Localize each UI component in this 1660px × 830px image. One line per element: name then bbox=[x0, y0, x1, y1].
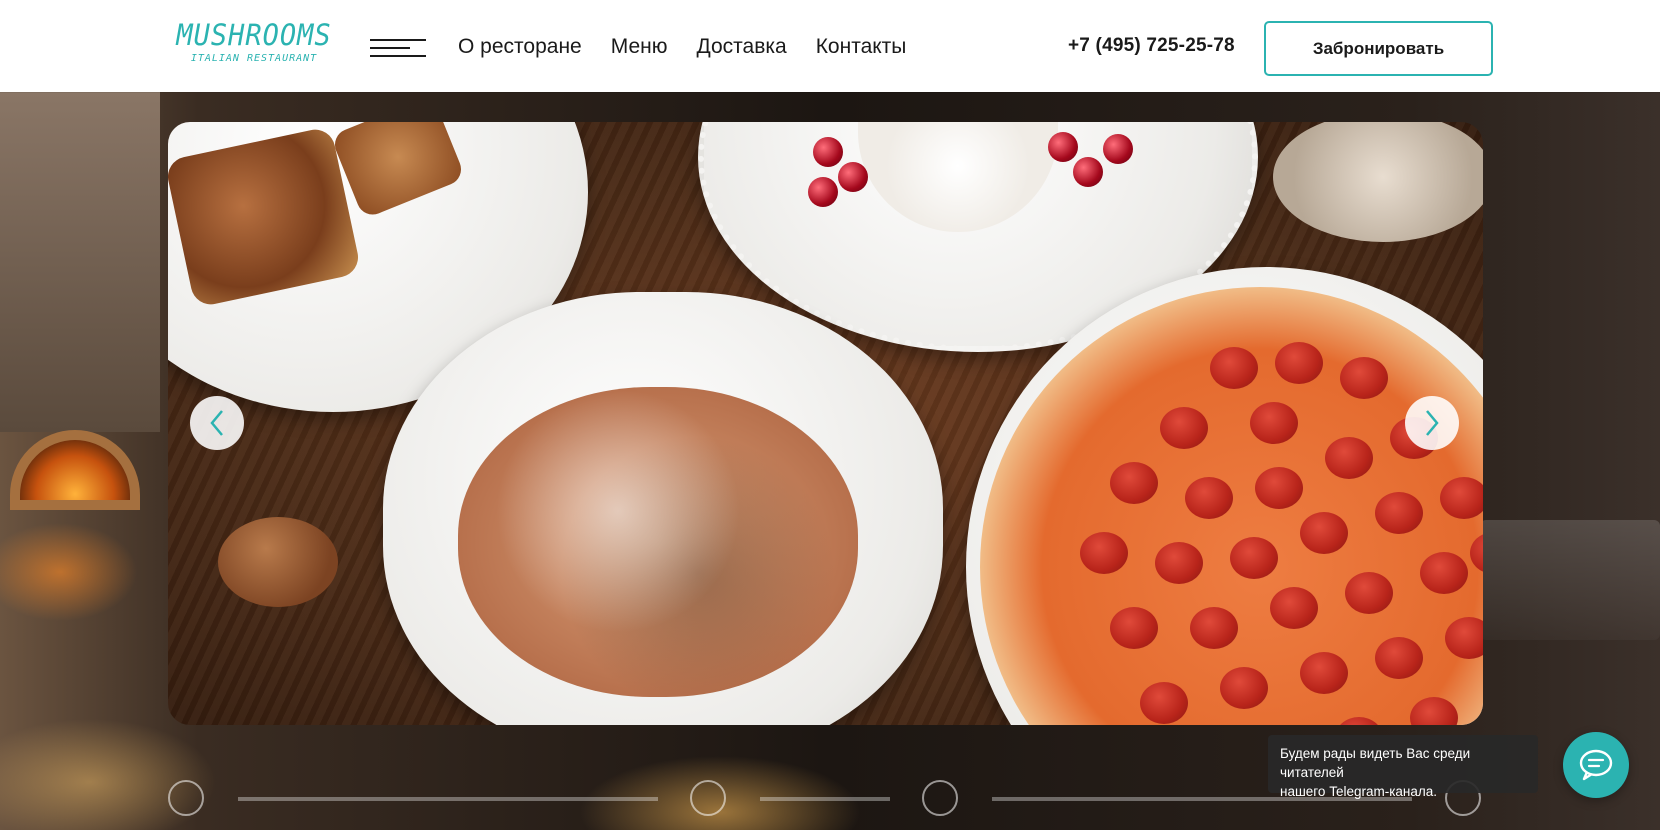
cherry bbox=[808, 177, 838, 207]
telegram-tooltip-line2: нашего Telegram-канала. bbox=[1280, 784, 1438, 799]
main-nav: О ресторане Меню Доставка Контакты bbox=[458, 34, 906, 60]
slide-progress-track bbox=[238, 797, 658, 801]
chat-bubble-icon bbox=[1579, 749, 1613, 781]
logo-tagline: ITALIAN RESTAURANT bbox=[190, 53, 318, 64]
nav-item-delivery[interactable]: Доставка bbox=[697, 34, 787, 60]
cherry bbox=[1073, 157, 1103, 187]
telegram-tooltip[interactable]: Будем рады видеть Вас среди читателей на… bbox=[1268, 735, 1538, 799]
background-wall bbox=[0, 92, 160, 432]
logo-name: MUSHROOMS bbox=[176, 18, 332, 53]
phone-link[interactable]: +7 (495) 725-25-78 bbox=[1068, 35, 1235, 57]
background-tables bbox=[1480, 520, 1660, 640]
slide-progress-track bbox=[760, 797, 890, 801]
nav-item-menu[interactable]: Меню bbox=[611, 34, 668, 60]
slide-dot[interactable] bbox=[168, 780, 204, 816]
cherry bbox=[1103, 134, 1133, 164]
nav-item-about[interactable]: О ресторане bbox=[458, 34, 582, 60]
chat-button[interactable] bbox=[1563, 732, 1629, 798]
logo[interactable]: MUSHROOMS ITALIAN RESTAURANT bbox=[176, 18, 332, 76]
telegram-tooltip-line1: Будем рады видеть Вас среди читателей bbox=[1280, 746, 1471, 780]
cherry bbox=[1048, 132, 1078, 162]
pasta bbox=[458, 387, 858, 697]
slide-dot[interactable] bbox=[690, 780, 726, 816]
slider-next-button[interactable] bbox=[1405, 396, 1459, 450]
cherry bbox=[838, 162, 868, 192]
site-header: MUSHROOMS ITALIAN RESTAURANT О ресторане… bbox=[0, 0, 1660, 92]
book-button[interactable]: Забронировать bbox=[1264, 21, 1493, 76]
hero-slide bbox=[168, 122, 1483, 725]
mushroom bbox=[218, 517, 338, 607]
chevron-right-icon bbox=[1426, 410, 1439, 436]
chevron-left-icon bbox=[210, 410, 223, 436]
nav-item-contacts[interactable]: Контакты bbox=[816, 34, 907, 60]
cherry bbox=[813, 137, 843, 167]
menu-burger-icon[interactable] bbox=[370, 37, 426, 59]
slide-dot[interactable] bbox=[922, 780, 958, 816]
slider-prev-button[interactable] bbox=[190, 396, 244, 450]
